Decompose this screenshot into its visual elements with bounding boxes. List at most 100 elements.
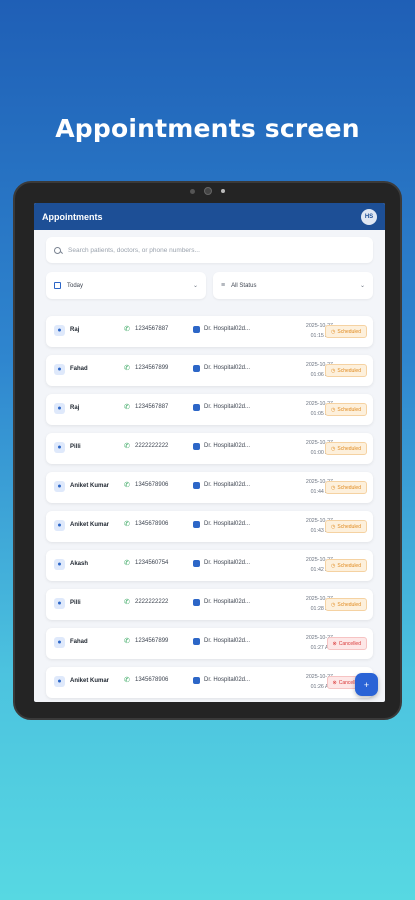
status-filter-dropdown[interactable]: ≡ All Status ⌄ — [213, 272, 373, 299]
search-icon — [54, 246, 61, 254]
phone-icon: ✆ — [124, 677, 130, 684]
table-row[interactable]: ● Akash ✆ 1234560754 Dr. Hospital02d... 2025-… — [46, 550, 373, 581]
appointment-datetime: 2025-10-27 01:27 AM — [268, 633, 333, 653]
table-row[interactable]: ● Pilli ✆ 2222222222 Dr. Hospital02d... 2025-… — [46, 433, 373, 464]
table-row[interactable]: ● Fahad ✆ 1234567899 Dr. Hospital02d... 2025-… — [46, 355, 373, 386]
status-icon: ◷ — [330, 484, 336, 491]
avatar[interactable]: HS — [361, 208, 377, 225]
table-row[interactable]: ● Raj ✆ 1234567887 Dr. Hospital02d... 2025-10… — [46, 394, 373, 425]
phone-icon: ✆ — [124, 443, 130, 450]
doctor-name: Dr. Hospital02d... — [204, 560, 251, 566]
date-filter-value: Today — [67, 282, 84, 289]
patient-name: Aniket Kumar — [70, 483, 110, 489]
patient-phone: 1234567899 — [135, 638, 169, 644]
status-icon: ◷ — [330, 367, 336, 374]
status-icon: ◷ — [330, 562, 336, 569]
status-badge: ◷ Scheduled — [324, 520, 367, 533]
status-icon: ⊗ — [332, 640, 337, 647]
phone-icon: ✆ — [124, 326, 130, 333]
appointment-datetime: 2025-10-27 01:43 AM — [268, 516, 333, 536]
status-label: Cancelled — [338, 640, 361, 647]
add-appointment-button[interactable]: + — [355, 673, 378, 696]
appointment-datetime: 2025-10-27 01:26 AM — [268, 672, 333, 692]
patient-icon: ● — [54, 559, 65, 570]
patient-icon: ● — [54, 637, 65, 648]
table-row[interactable]: ● Raj ✆ 1234567887 Dr. Hospital02d... 2025-10… — [46, 316, 373, 347]
patient-name: Pilli — [70, 444, 81, 450]
patient-name: Aniket Kumar — [70, 678, 110, 684]
date-filter-dropdown[interactable]: Today ⌄ — [46, 272, 206, 299]
phone-icon: ✆ — [124, 560, 130, 567]
doctor-name: Dr. Hospital02d... — [204, 326, 251, 332]
patient-name: Pilli — [70, 600, 81, 606]
app-header: Appointments HS — [34, 203, 385, 230]
indicator-icon — [221, 189, 225, 193]
appointment-datetime: 2025-10-27 01:42 AM — [268, 555, 333, 575]
status-badge: ◷ Scheduled — [324, 364, 367, 377]
phone-icon: ✆ — [124, 404, 130, 411]
patient-phone: 1234567887 — [135, 404, 169, 410]
doctor-icon — [193, 560, 200, 567]
chevron-down-icon: ⌄ — [192, 283, 198, 289]
phone-icon: ✆ — [124, 521, 130, 528]
search-input[interactable]: Search patients, doctors, or phone numbe… — [68, 247, 200, 254]
doctor-name: Dr. Hospital02d... — [204, 638, 251, 644]
patient-icon: ● — [54, 676, 65, 687]
patient-icon: ● — [54, 325, 65, 336]
patient-icon: ● — [54, 364, 65, 375]
search-bar[interactable]: Search patients, doctors, or phone numbe… — [46, 237, 373, 263]
patient-phone: 2222222222 — [135, 599, 169, 605]
status-label: Scheduled — [337, 601, 361, 608]
doctor-name: Dr. Hospital02d... — [204, 482, 251, 488]
sensor-icon — [190, 188, 195, 194]
doctor-icon — [193, 638, 200, 645]
doctor-name: Dr. Hospital02d... — [204, 404, 251, 410]
status-badge: ◷ Scheduled — [324, 559, 367, 572]
app-screen: Appointments HS Search patients, doctors… — [34, 203, 385, 702]
appointments-list: ● Raj ✆ 1234567887 Dr. Hospital02d... 2025-10… — [46, 316, 373, 702]
doctor-icon — [193, 404, 200, 411]
doctor-name: Dr. Hospital02d... — [204, 677, 251, 683]
patient-icon: ● — [54, 442, 65, 453]
promo-headline: Appointments screen — [55, 114, 360, 143]
doctor-name: Dr. Hospital02d... — [204, 521, 251, 527]
table-row[interactable]: ● Aniket Kumar ✆ 1345678906 Dr. Hospital02d.… — [46, 667, 373, 698]
doctor-icon — [193, 365, 200, 372]
table-row[interactable]: ● Fahad ✆ 1234567899 Dr. Hospital02d... 2025-… — [46, 628, 373, 659]
camera-bar — [15, 187, 400, 195]
table-row[interactable]: ● Pilli ✆ 2222222222 Dr. Hospital02d... 2025-… — [46, 589, 373, 620]
status-icon: ◷ — [330, 523, 336, 530]
list-icon: ≡ — [221, 282, 226, 289]
patient-icon: ● — [54, 598, 65, 609]
status-badge: ◷ Scheduled — [324, 481, 367, 494]
status-icon: ⊗ — [332, 679, 337, 686]
table-row[interactable]: ● Aniket Kumar ✆ 1345678906 Dr. Hospital02d.… — [46, 511, 373, 542]
doctor-icon — [193, 521, 200, 528]
filter-bar: Today ⌄ ≡ All Status ⌄ — [46, 272, 373, 299]
doctor-icon — [193, 599, 200, 606]
phone-icon: ✆ — [124, 482, 130, 489]
patient-name: Fahad — [70, 639, 88, 645]
patient-icon: ● — [54, 481, 65, 492]
appointment-datetime: 2025-10-27 01:00 AM — [268, 438, 333, 458]
patient-icon: ● — [54, 520, 65, 531]
phone-icon: ✆ — [124, 638, 130, 645]
appointment-datetime: 2025-10-27 01:06 AM — [268, 360, 333, 380]
patient-name: Fahad — [70, 366, 88, 372]
doctor-icon — [193, 326, 200, 333]
patient-phone: 1234567899 — [135, 365, 169, 371]
appointment-datetime: 2025-10-27 01:28 AM — [268, 594, 333, 614]
status-filter-value: All Status — [231, 282, 257, 289]
table-row[interactable]: ● Aniket Kumar ✆ 1345678906 Dr. Hospital02d.… — [46, 472, 373, 503]
camera-icon — [204, 187, 212, 195]
patient-name: Aniket Kumar — [70, 522, 110, 528]
status-icon: ◷ — [330, 328, 336, 335]
patient-phone: 1234567887 — [135, 326, 169, 332]
phone-icon: ✆ — [124, 599, 130, 606]
status-label: Scheduled — [337, 367, 361, 374]
patient-name: Raj — [70, 405, 80, 411]
status-label: Scheduled — [337, 328, 361, 335]
doctor-name: Dr. Hospital02d... — [204, 443, 251, 449]
status-badge: ⊗ Cancelled — [326, 637, 367, 650]
doctor-name: Dr. Hospital02d... — [204, 599, 251, 605]
